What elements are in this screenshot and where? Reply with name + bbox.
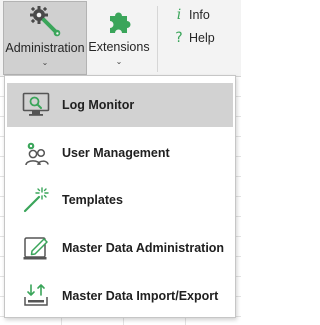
ribbon-separator [157,6,158,72]
administration-dropdown-menu: Log Monitor User Management Templates Ma… [4,75,236,318]
ribbon: Administration ⌄ Extensions ⌄ i Info ? H… [0,0,241,77]
menu-item-label: Master Data Import/Export [62,289,219,303]
wrench-gear-icon [28,2,62,38]
menu-item-templates[interactable]: Templates [7,178,233,222]
help-button[interactable]: ? Help [172,29,215,47]
users-gear-icon [21,138,51,168]
menu-item-label: User Management [62,146,170,160]
menu-item-master-data-import-export[interactable]: Master Data Import/Export [7,274,233,318]
info-label: Info [189,8,210,22]
administration-label: Administration [5,41,85,55]
menu-item-label: Log Monitor [62,98,135,112]
question-icon: ? [175,30,183,46]
menu-item-label: Master Data Administration [62,241,225,255]
extensions-label: Extensions [88,40,150,54]
administration-button[interactable]: Administration ⌄ [3,1,87,75]
menu-item-user-management[interactable]: User Management [7,131,233,175]
import-export-icon [21,281,51,311]
help-label: Help [189,31,215,45]
menu-item-label: Templates [62,193,123,207]
monitor-search-icon [21,90,51,120]
menu-item-master-data-administration[interactable]: Master Data Administration [7,226,233,270]
info-icon: i [176,7,182,23]
magic-wand-icon [21,185,51,215]
chevron-down-icon: ⌄ [41,58,49,67]
menu-item-log-monitor[interactable]: Log Monitor [7,83,233,127]
info-button[interactable]: i Info [172,6,210,24]
edit-document-icon [21,233,51,263]
extensions-button[interactable]: Extensions ⌄ [88,1,150,75]
chevron-down-icon: ⌄ [115,57,123,66]
puzzle-piece-icon [104,1,134,37]
